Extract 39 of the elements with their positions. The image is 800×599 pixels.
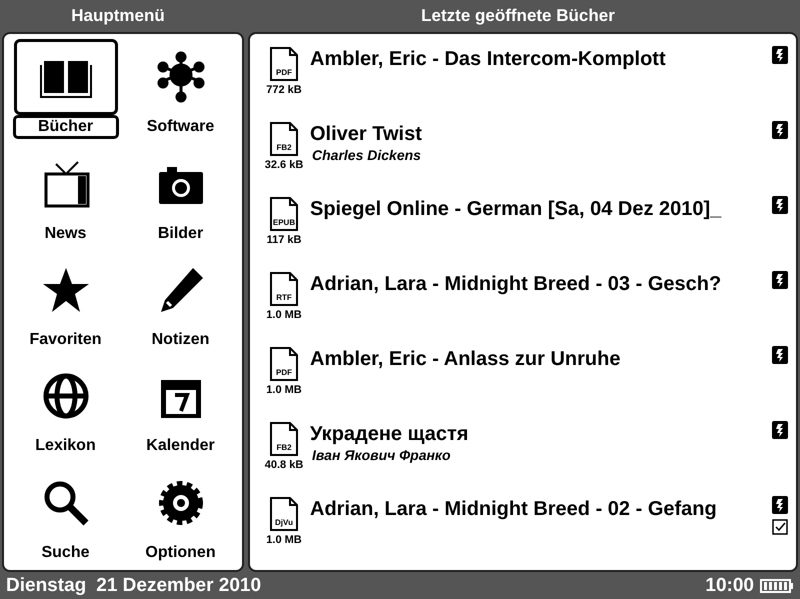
bolt-badge-icon bbox=[772, 271, 788, 289]
menu-item[interactable]: Favoriten bbox=[10, 250, 121, 354]
book-title[interactable]: Spiegel Online - German [Sa, 04 Dez 2010]_ bbox=[310, 196, 770, 222]
file-size: 32.6 kB bbox=[264, 159, 304, 171]
file-size: 1.0 MB bbox=[266, 384, 302, 396]
bolt-badge-icon bbox=[772, 121, 788, 139]
book-author: Charles Dickens bbox=[312, 147, 422, 163]
menu-item[interactable]: Bilder bbox=[125, 144, 236, 247]
list-title: Letzte geöffnete Bücher bbox=[420, 6, 616, 26]
menu-item[interactable]: Bücher bbox=[10, 38, 121, 140]
book-title[interactable]: Adrian, Lara - Midnight Breed - 02 - Gefang bbox=[310, 496, 770, 522]
date-label: 21 Dezember 2010 bbox=[96, 574, 262, 596]
menu-item[interactable]: Software bbox=[125, 38, 236, 140]
menu-item[interactable]: Notizen bbox=[125, 250, 236, 354]
book-title[interactable]: Украдене щастя bbox=[310, 421, 770, 447]
file-size: 1.0 MB bbox=[266, 534, 302, 546]
menu-title: Hauptmenü bbox=[70, 6, 166, 26]
book-title[interactable]: Adrian, Lara - Midnight Breed - 03 - Gesch? bbox=[310, 271, 770, 297]
file-size: 117 kB bbox=[266, 234, 302, 246]
book-title[interactable]: Oliver Twist bbox=[310, 121, 770, 147]
battery-icon bbox=[760, 578, 794, 592]
bolt-badge-icon bbox=[772, 46, 788, 64]
menu-item[interactable]: Suche bbox=[10, 464, 121, 566]
menu-item[interactable]: Lexikon bbox=[10, 357, 121, 460]
menu-item[interactable]: Optionen bbox=[125, 464, 236, 566]
file-size: 772 kB bbox=[266, 84, 302, 96]
day-label: Dienstag bbox=[6, 574, 86, 596]
book-title[interactable]: Ambler, Eric - Anlass zur Unruhe bbox=[310, 346, 770, 372]
bolt-badge-icon bbox=[772, 346, 788, 364]
bolt-badge-icon bbox=[772, 496, 788, 514]
book-title[interactable]: Ambler, Eric - Das Intercom-Komplott bbox=[310, 46, 770, 72]
file-size: 40.8 kB bbox=[264, 459, 304, 471]
file-size: 1.0 MB bbox=[266, 309, 302, 321]
clock: 10:00 bbox=[705, 574, 754, 596]
menu-item[interactable]: News bbox=[10, 144, 121, 247]
bolt-badge-icon bbox=[772, 421, 788, 439]
book-author: Іван Якович Франко bbox=[312, 447, 452, 463]
bolt-badge-icon bbox=[772, 196, 788, 214]
menu-item[interactable]: Kalender bbox=[125, 357, 236, 460]
